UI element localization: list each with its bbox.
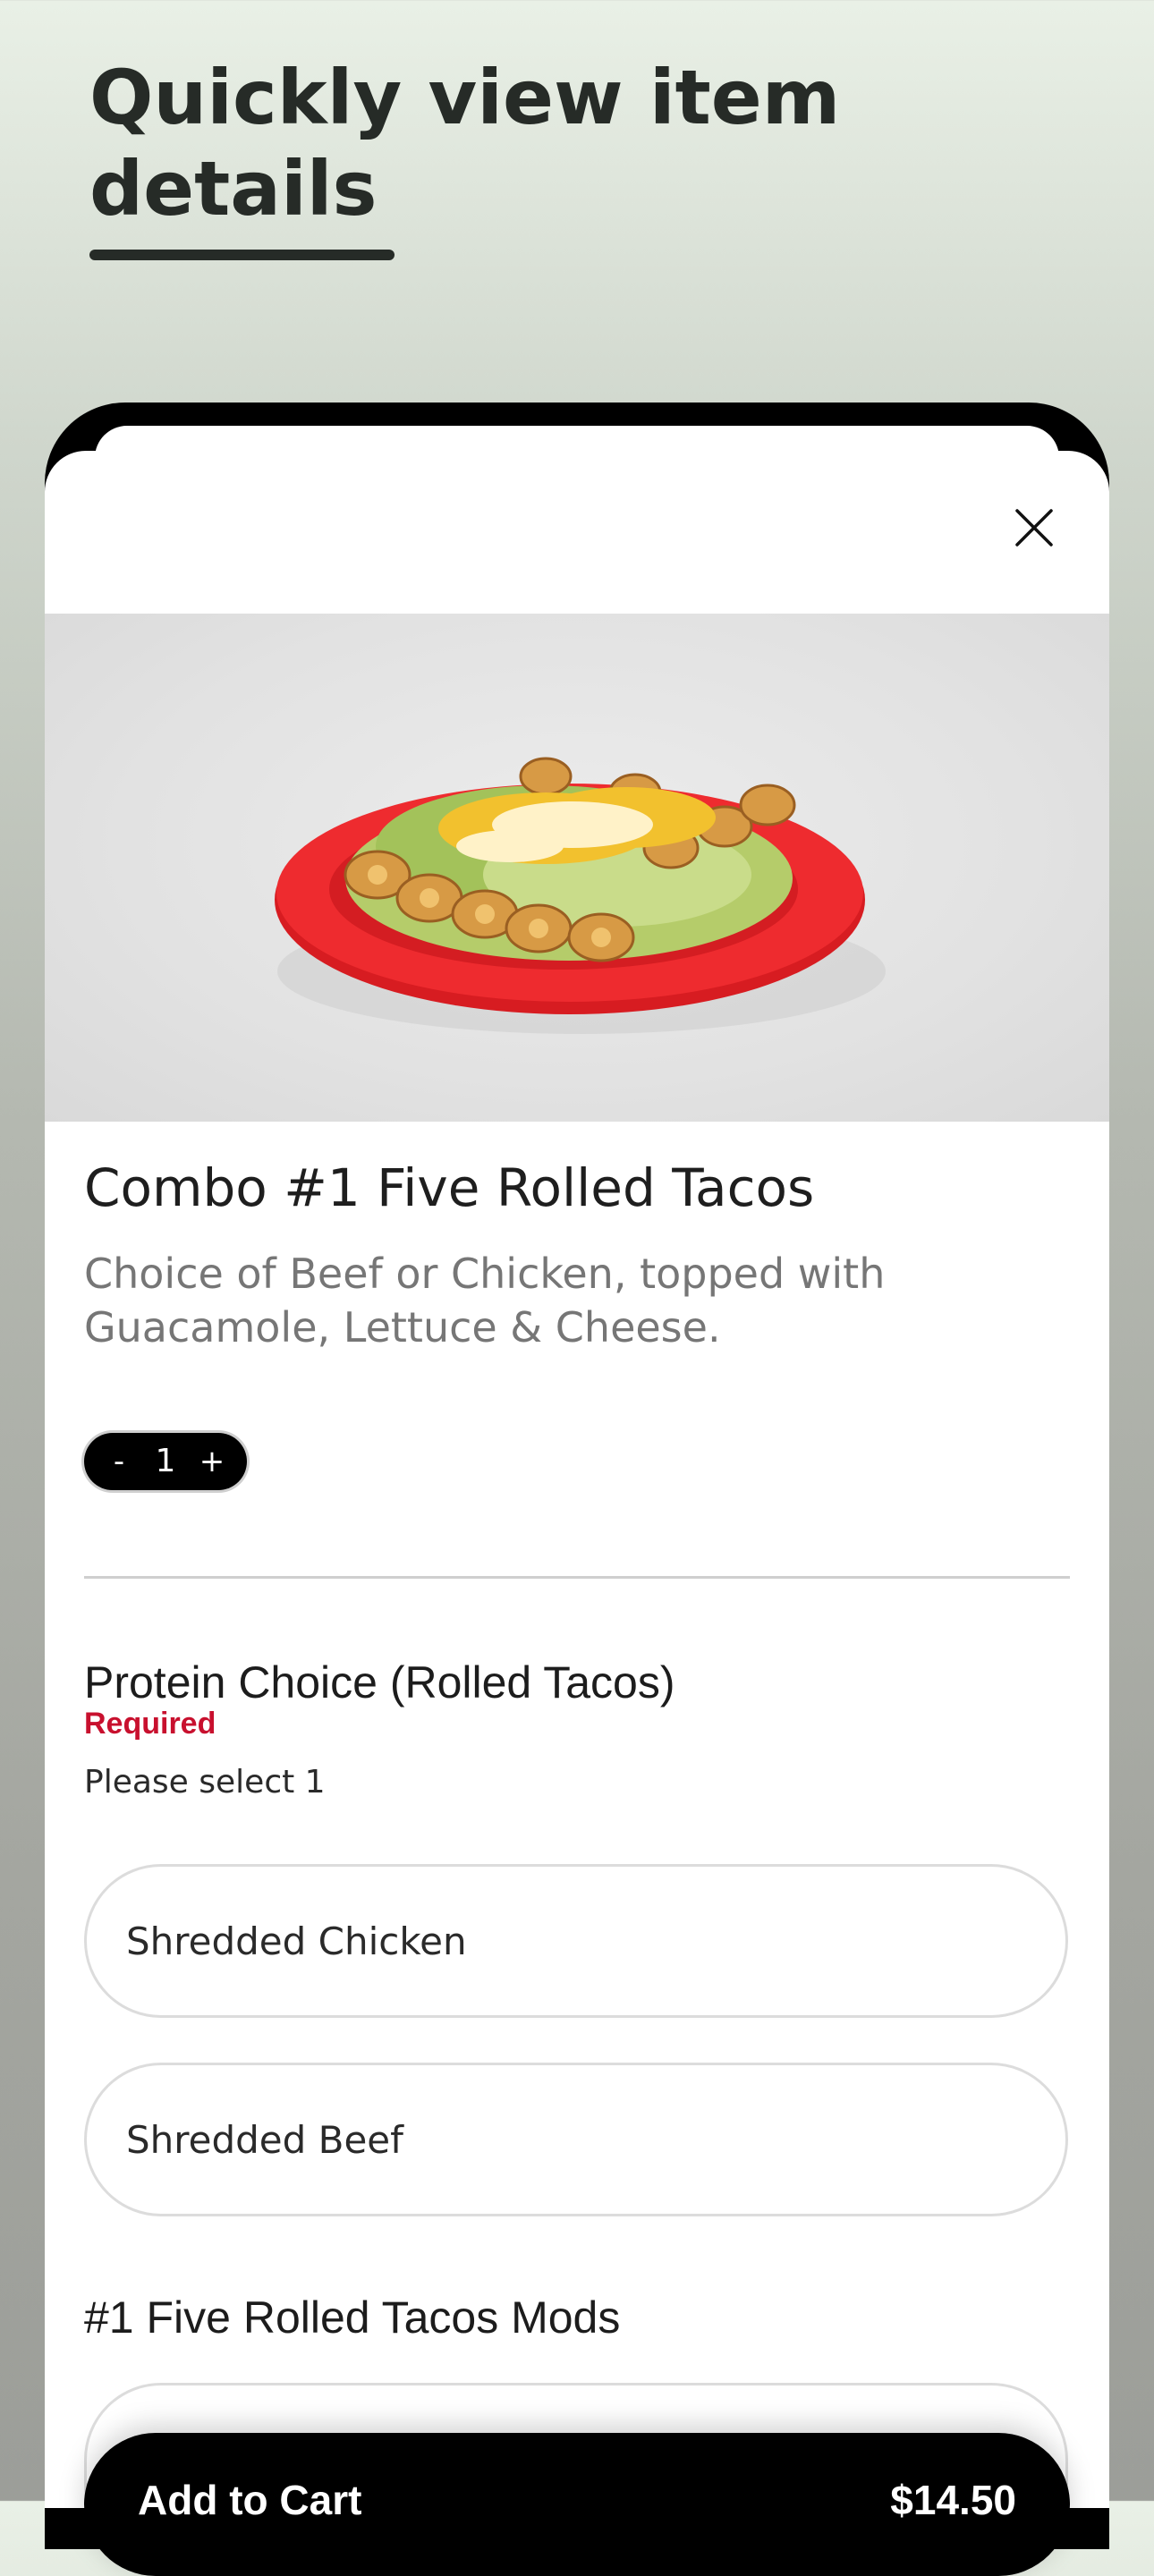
promo-headline: Quickly view item details — [89, 52, 895, 234]
option-label: Shredded Beef — [126, 2117, 403, 2162]
close-icon — [1015, 509, 1053, 547]
quantity-value: 1 — [155, 1443, 176, 1479]
option-shredded-chicken[interactable]: Shredded Chicken — [84, 1864, 1068, 2018]
option-label: Shredded Chicken — [126, 1919, 467, 1963]
quantity-decrease-button[interactable]: - — [104, 1433, 134, 1490]
quantity-increase-button[interactable]: + — [197, 1433, 227, 1490]
mods-group-title: #1 Five Rolled Tacos Mods — [84, 2292, 621, 2343]
item-title: Combo #1 Five Rolled Tacos — [84, 1157, 815, 1218]
rolled-tacos-photo — [275, 757, 886, 1034]
item-description-line1: Choice of Beef or Chicken, topped with — [84, 1250, 886, 1298]
add-to-cart-label: Add to Cart — [138, 2477, 362, 2523]
quantity-stepper: - 1 + — [84, 1433, 247, 1490]
option-shredded-beef[interactable]: Shredded Beef — [84, 2063, 1068, 2216]
section-divider — [84, 1576, 1070, 1579]
add-to-cart-button[interactable]: Add to Cart $14.50 — [84, 2433, 1070, 2576]
selection-hint: Please select 1 — [84, 1764, 326, 1801]
promo-headline-line2: details — [89, 145, 378, 233]
promo-headline-line1: Quickly view item — [89, 54, 841, 141]
required-badge: Required — [84, 1707, 216, 1741]
item-description-line2: Guacamole, Lettuce & Cheese. — [84, 1303, 721, 1352]
item-photo — [45, 614, 1109, 1122]
headline-underline — [89, 250, 395, 260]
item-description: Choice of Beef or Chicken, topped with G… — [84, 1247, 1068, 1354]
close-button[interactable] — [986, 479, 1082, 576]
cart-price: $14.50 — [890, 2477, 1016, 2523]
protein-group-title: Protein Choice (Rolled Tacos) — [84, 1657, 675, 1707]
item-details-sheet: Combo #1 Five Rolled Tacos Choice of Bee… — [45, 451, 1109, 2508]
